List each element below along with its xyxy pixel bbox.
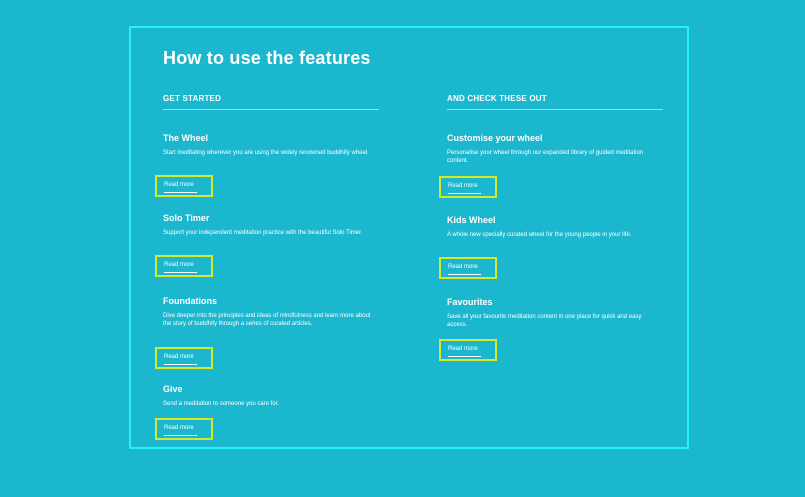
feature-solo-timer: Solo Timer Support your independent medi… — [155, 213, 379, 277]
read-more-favourites-link[interactable]: Read more — [439, 339, 497, 361]
read-more-the-wheel-link[interactable]: Read more — [155, 175, 213, 197]
read-more-underline — [448, 193, 481, 194]
feature-favourites: Favourites Save all your favourite medit… — [439, 297, 663, 361]
read-more-solo-timer-link[interactable]: Read more — [155, 255, 213, 277]
feature-title: The Wheel — [163, 133, 209, 143]
read-more-label[interactable]: Read more — [164, 354, 194, 360]
read-more-customise-your-wheel-link[interactable]: Read more — [439, 176, 497, 198]
feature-description: Dive deeper into the principles and idea… — [163, 313, 371, 327]
read-more-label[interactable]: Read more — [164, 182, 194, 188]
feature-kids-wheel: Kids Wheel A whole new specially curated… — [439, 215, 663, 279]
feature-description: Send a meditation to someone you care fo… — [163, 401, 280, 407]
read-more-label[interactable]: Read more — [164, 262, 194, 268]
feature-foundations: Foundations Dive deeper into the princip… — [155, 296, 379, 369]
get-started-column: GET STARTED The Wheel Start meditating w… — [155, 94, 379, 440]
page-title: How to use the features — [163, 48, 371, 68]
feature-customise-your-wheel: Customise your wheel Personalise your wh… — [439, 133, 663, 198]
feature-description: Start meditating wherever you are using … — [163, 150, 369, 156]
section-heading-get-started: GET STARTED — [163, 94, 379, 110]
read-more-give-link[interactable]: Read more — [155, 418, 213, 440]
read-more-underline — [164, 364, 197, 365]
read-more-underline — [448, 356, 481, 357]
feature-the-wheel: The Wheel Start meditating wherever you … — [155, 133, 379, 197]
read-more-underline — [448, 274, 481, 275]
feature-description: Personalise your wheel through our expan… — [447, 150, 644, 164]
feature-title: Solo Timer — [163, 213, 210, 223]
read-more-label[interactable]: Read more — [164, 425, 194, 431]
read-more-underline — [164, 435, 197, 436]
feature-description: Support your independent meditation prac… — [163, 230, 363, 236]
feature-description: Save all your favourite meditation conte… — [447, 314, 642, 328]
read-more-underline — [164, 192, 197, 193]
read-more-label[interactable]: Read more — [448, 346, 478, 352]
feature-description: A whole new specially curated wheel for … — [447, 232, 632, 238]
section-heading-check-these-out: AND CHECK THESE OUT — [447, 94, 663, 110]
read-more-label[interactable]: Read more — [448, 183, 478, 189]
read-more-underline — [164, 272, 197, 273]
read-more-foundations-link[interactable]: Read more — [155, 347, 213, 369]
feature-give: Give Send a meditation to someone you ca… — [155, 384, 379, 440]
check-these-out-column: AND CHECK THESE OUT Customise your wheel… — [439, 94, 663, 361]
read-more-kids-wheel-link[interactable]: Read more — [439, 257, 497, 279]
feature-title: Foundations — [163, 296, 217, 306]
features-panel: How to use the features GET STARTED The … — [129, 26, 689, 449]
feature-title: Kids Wheel — [447, 215, 496, 225]
feature-title: Give — [163, 384, 183, 394]
feature-title: Customise your wheel — [447, 133, 543, 143]
read-more-label[interactable]: Read more — [448, 264, 478, 270]
feature-title: Favourites — [447, 297, 493, 307]
